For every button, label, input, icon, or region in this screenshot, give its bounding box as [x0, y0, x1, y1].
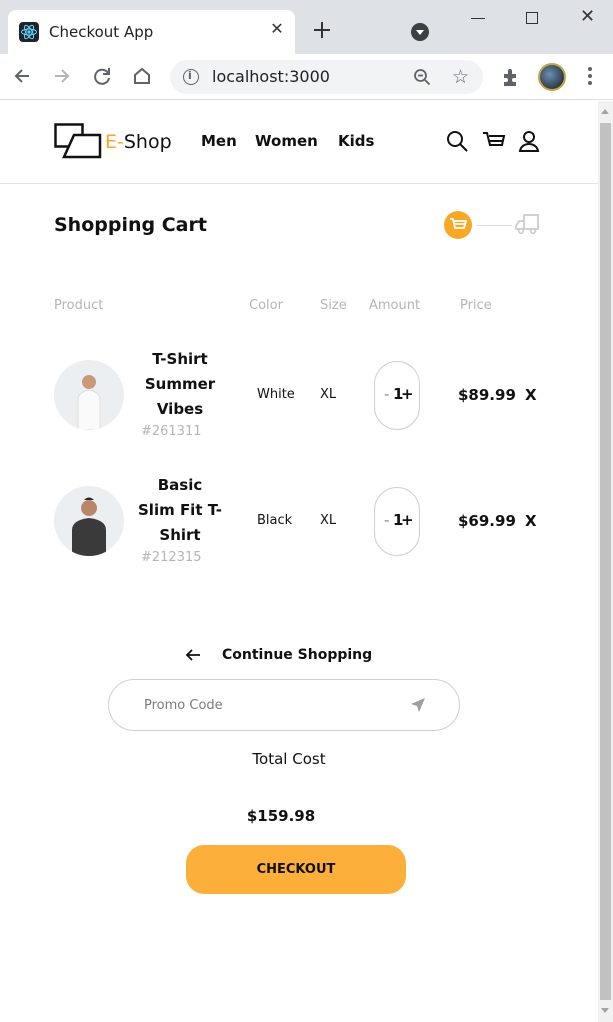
column-header-product: Product	[54, 298, 104, 313]
nav-link-men[interactable]: Men	[201, 132, 237, 150]
total-cost-label: Total Cost	[252, 750, 326, 768]
arrow-left-icon	[184, 647, 202, 663]
maximize-icon[interactable]	[526, 12, 538, 24]
remove-item-button[interactable]: X	[525, 512, 537, 530]
product-color: Black	[257, 513, 293, 528]
url-text[interactable]: localhost:3000	[212, 67, 330, 86]
checkout-button[interactable]: CHECKOUT	[186, 845, 406, 894]
tab-search-icon[interactable]	[411, 23, 429, 41]
product-name-line: Slim Fit T-	[138, 501, 222, 519]
minimize-icon[interactable]	[471, 18, 485, 19]
shop-logo-text[interactable]: E-Shop	[105, 131, 172, 153]
product-size: XL	[320, 387, 337, 402]
product-name-line: Vibes	[156, 400, 204, 418]
decrease-quantity-button[interactable]: -	[384, 511, 389, 529]
user-icon[interactable]	[517, 129, 541, 153]
promo-code-field[interactable]	[108, 679, 460, 731]
continue-shopping-label: Continue Shopping	[222, 647, 373, 663]
send-icon[interactable]	[409, 696, 427, 714]
column-header-price: Price	[460, 298, 492, 313]
column-header-color: Color	[249, 298, 283, 313]
browser-tabstrip: Checkout App ✕ ✕	[0, 0, 613, 54]
scroll-thumb[interactable]	[600, 123, 611, 1000]
logo-prefix: E-	[105, 131, 124, 153]
page-title: Shopping Cart	[54, 214, 207, 236]
quantity-stepper[interactable]: - 1 +	[374, 487, 420, 556]
product-name[interactable]: T-Shirt Summer Vibes	[136, 347, 224, 422]
scroll-up-icon[interactable]	[601, 109, 609, 114]
checkout-page: E-Shop Men Women Kids Shopping Cart Prod…	[0, 101, 598, 1022]
bookmark-star-icon[interactable]: ☆	[452, 66, 469, 88]
zoom-icon[interactable]	[413, 68, 431, 86]
profile-avatar[interactable]	[538, 63, 566, 91]
site-header: E-Shop Men Women Kids	[0, 101, 598, 184]
product-image	[54, 360, 124, 430]
site-info-icon[interactable]	[183, 69, 199, 85]
tab-title: Checkout App	[49, 23, 154, 41]
close-icon[interactable]: ✕	[267, 19, 287, 39]
product-name[interactable]: Basic Slim Fit T- Shirt	[136, 473, 224, 548]
nav-link-kids[interactable]: Kids	[338, 132, 374, 150]
column-header-amount: Amount	[369, 298, 421, 313]
nav-link-women[interactable]: Women	[255, 132, 318, 150]
product-size: XL	[320, 513, 337, 528]
window-close-icon[interactable]: ✕	[580, 6, 595, 27]
product-price: $89.99	[458, 386, 516, 404]
product-name-line: Summer	[144, 375, 216, 393]
step-divider	[476, 225, 512, 226]
step-cart-icon	[444, 211, 472, 239]
decrease-quantity-button[interactable]: -	[384, 385, 389, 403]
reload-icon[interactable]	[91, 65, 113, 87]
forward-icon[interactable]	[51, 65, 73, 87]
browser-tab[interactable]: Checkout App ✕	[8, 10, 295, 54]
continue-shopping-link[interactable]: Continue Shopping	[184, 645, 374, 667]
scroll-down-icon[interactable]	[601, 1008, 609, 1013]
react-icon	[19, 22, 39, 42]
search-icon[interactable]	[445, 129, 469, 153]
product-sku: #261311	[141, 424, 202, 439]
address-bar[interactable]: localhost:3000 ☆	[170, 60, 483, 94]
product-price: $69.99	[458, 512, 516, 530]
browser-toolbar: localhost:3000 ☆	[0, 54, 613, 100]
quantity-stepper[interactable]: - 1 +	[374, 361, 420, 430]
product-name-line: Shirt	[159, 526, 201, 544]
home-icon[interactable]	[131, 65, 153, 87]
column-header-size: Size	[320, 298, 347, 313]
back-icon[interactable]	[11, 65, 33, 87]
logo-suffix: Shop	[123, 131, 172, 153]
step-delivery-truck-icon	[514, 213, 540, 235]
remove-item-button[interactable]: X	[525, 386, 537, 404]
increase-quantity-button[interactable]: +	[401, 511, 414, 529]
shop-logo-icon[interactable]	[54, 123, 102, 159]
increase-quantity-button[interactable]: +	[401, 385, 414, 403]
product-color: White	[257, 387, 295, 402]
product-name-line: T-Shirt	[152, 350, 208, 368]
cart-icon[interactable]	[482, 129, 506, 153]
product-sku: #212315	[141, 550, 202, 565]
more-menu-icon[interactable]	[588, 67, 592, 87]
product-name-line: Basic	[157, 476, 203, 494]
product-image	[54, 486, 124, 556]
new-tab-icon[interactable]	[309, 17, 335, 43]
page-scrollbar[interactable]	[598, 101, 613, 1022]
promo-code-input[interactable]	[144, 694, 394, 716]
total-cost-value: $159.98	[246, 807, 316, 825]
extensions-icon[interactable]	[500, 66, 522, 88]
